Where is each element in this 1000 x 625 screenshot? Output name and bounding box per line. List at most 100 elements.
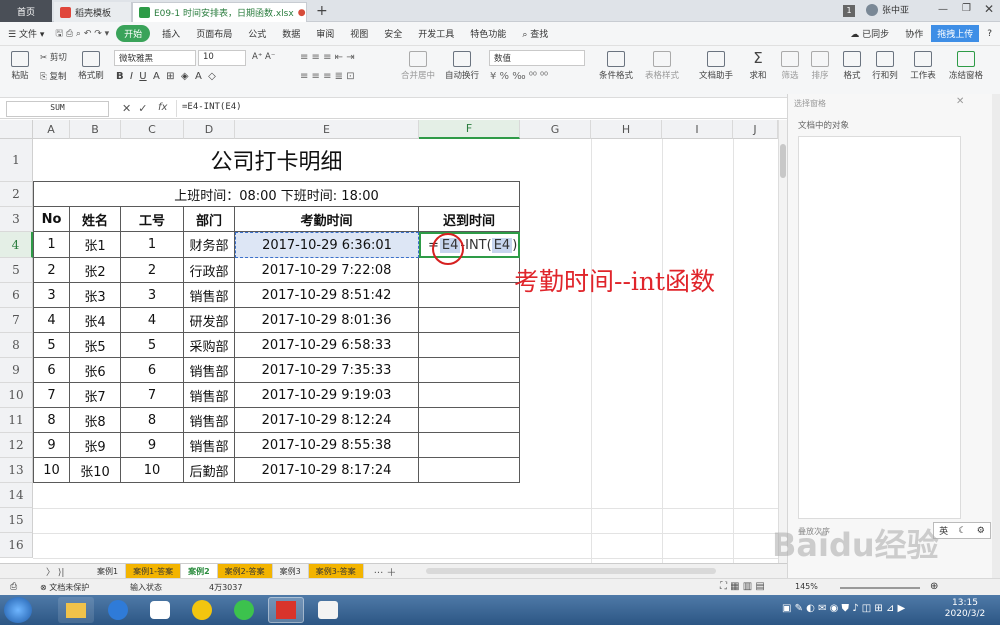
format-button[interactable]: 格式 (840, 51, 864, 81)
cell-no[interactable]: 4 (33, 308, 70, 333)
zoom-slider[interactable] (840, 587, 920, 589)
panel-close-icon[interactable]: ✕ (956, 96, 964, 107)
cell-time[interactable]: 2017-10-29 8:51:42 (235, 283, 419, 308)
table-style-button[interactable]: 表格样式 (642, 51, 682, 81)
cell-no[interactable]: 6 (33, 358, 70, 383)
number-format-select[interactable]: 数值 (489, 50, 585, 66)
cell-late[interactable] (419, 433, 520, 458)
col-header-d[interactable]: D (184, 120, 235, 139)
tab-file[interactable]: E09-1 时间安排表，日期函数.xlsx ● (132, 2, 307, 22)
system-tray-icons[interactable]: ▣ ✎ ◐ ✉ ◉ ⛊ ♪ ◫ ⊞ ⊿ ▶ (782, 603, 905, 614)
protect-status[interactable]: ⊗ 文档未保护 (40, 582, 89, 593)
wps-taskbar-icon[interactable] (268, 597, 304, 623)
cell-id[interactable]: 5 (121, 333, 184, 358)
cell-late[interactable] (419, 308, 520, 333)
tab-template[interactable]: 稻壳模板 (54, 2, 132, 22)
cell-name[interactable]: 张7 (70, 383, 121, 408)
menu-item-formulas[interactable]: 公式 (240, 27, 274, 40)
sheet-button[interactable]: 工作表 (908, 51, 938, 81)
header-no[interactable]: No (33, 207, 70, 232)
menu-share[interactable]: 协作 (897, 27, 931, 40)
cell-dept[interactable]: 销售部 (184, 433, 235, 458)
row-header-15[interactable]: 15 (0, 508, 33, 533)
name-box[interactable]: SUM (6, 101, 109, 117)
cell-id[interactable]: 9 (121, 433, 184, 458)
minimize-button[interactable]: — (938, 4, 948, 15)
maximize-button[interactable]: ❐ (962, 3, 971, 14)
menu-item-developer[interactable]: 开发工具 (410, 27, 462, 40)
zoom-in-icon[interactable]: ⊕ (930, 581, 938, 592)
cell-name[interactable]: 张4 (70, 308, 121, 333)
cell-name[interactable]: 张2 (70, 258, 121, 283)
row-header-10[interactable]: 10 (0, 383, 33, 408)
col-header-e[interactable]: E (235, 120, 419, 139)
clock[interactable]: 13:15 2020/3/2 (940, 598, 990, 620)
fx-icon[interactable]: fx (158, 102, 167, 113)
vertical-scrollbar[interactable] (778, 120, 787, 563)
add-sheet-button[interactable]: ··· ＋ (364, 564, 407, 579)
cell-no[interactable]: 2 (33, 258, 70, 283)
sort-button[interactable]: 排序 (808, 51, 832, 81)
header-late[interactable]: 迟到时间 (419, 207, 520, 232)
cell-id[interactable]: 1 (121, 232, 184, 258)
col-header-f[interactable]: F (419, 120, 520, 139)
cell-dept[interactable]: 销售部 (184, 358, 235, 383)
cell-time[interactable]: 2017-10-29 8:55:38 (235, 433, 419, 458)
work-hours-subtitle[interactable]: 上班时间：08:00 下班时间: 18:00 (33, 182, 520, 207)
cond-format-button[interactable]: 条件格式 (596, 51, 636, 81)
cell-late[interactable] (419, 458, 520, 483)
sheet-tab-case3[interactable]: 案例3 (273, 564, 309, 578)
freeze-button[interactable]: 冻结窗格 (946, 51, 986, 81)
paint-taskbar-icon[interactable] (310, 597, 346, 623)
cell-dept[interactable]: 采购部 (184, 333, 235, 358)
scrollbar-thumb[interactable] (780, 144, 786, 178)
cell-dept[interactable]: 研发部 (184, 308, 235, 333)
merge-button[interactable]: 合并居中 (398, 51, 438, 81)
quick-access-icons[interactable]: 🖫 ⎙ ⌕ ↶ ↷ ▾ (52, 26, 112, 42)
explorer-taskbar-icon[interactable] (58, 597, 94, 623)
cell-name[interactable]: 张8 (70, 408, 121, 433)
menu-item-features[interactable]: 特色功能 (462, 27, 514, 40)
start-button[interactable] (4, 597, 32, 623)
col-header-b[interactable]: B (70, 120, 121, 139)
menu-start[interactable]: 开始 (116, 25, 151, 42)
col-header-g[interactable]: G (520, 120, 591, 139)
align-buttons-2[interactable]: ≡ ≡ ≡ ≣ ⊡ (300, 71, 355, 82)
header-name[interactable]: 姓名 (70, 207, 121, 232)
sheet-tab-case2[interactable]: 案例2 (181, 564, 218, 578)
player-taskbar-icon[interactable] (226, 597, 262, 623)
panel-scrollbar[interactable] (992, 94, 1000, 578)
close-button[interactable]: ✕ (984, 2, 994, 16)
cell-name[interactable]: 张3 (70, 283, 121, 308)
cell-name[interactable]: 张10 (70, 458, 121, 483)
help-button[interactable]: ? (979, 29, 1000, 39)
cell-late[interactable] (419, 358, 520, 383)
font-style-buttons[interactable]: B I U A ⊞ ◈ A ◇ (116, 71, 216, 82)
cell-time[interactable]: 2017-10-29 6:36:01 (235, 232, 419, 258)
font-size-select[interactable]: 10 (198, 50, 246, 66)
col-header-a[interactable]: A (33, 120, 70, 139)
cell-late[interactable] (419, 408, 520, 433)
header-dept[interactable]: 部门 (184, 207, 235, 232)
sum-button[interactable]: Σ 求和 (746, 51, 770, 82)
menu-item-insert[interactable]: 插入 (154, 27, 188, 40)
sheet-tab-case1-answer[interactable]: 案例1-答案 (126, 564, 182, 578)
cell-no[interactable]: 1 (33, 232, 70, 258)
font-grow-icon[interactable]: A⁺ A⁻ (252, 52, 275, 62)
view-mode-icons[interactable]: ⛶ ▦ ▥ ▤ (720, 581, 765, 592)
number-buttons[interactable]: ¥ % ‰ ⁰⁰ ⁰⁰ (490, 71, 548, 82)
sheet-tab-case2-answer[interactable]: 案例2-答案 (217, 564, 273, 578)
cell-id[interactable]: 2 (121, 258, 184, 283)
new-tab-button[interactable]: + (316, 3, 328, 19)
cell-id[interactable]: 10 (121, 458, 184, 483)
cell-late[interactable] (419, 383, 520, 408)
cell-id[interactable]: 4 (121, 308, 184, 333)
cell-id[interactable]: 8 (121, 408, 184, 433)
format-painter-button[interactable]: 格式刷 (76, 51, 106, 81)
formula-input[interactable]: =E4-INT(E4) (176, 100, 787, 117)
cell-time[interactable]: 2017-10-29 8:12:24 (235, 408, 419, 433)
cell-time[interactable]: 2017-10-29 8:17:24 (235, 458, 419, 483)
row-header-4[interactable]: 4 (0, 232, 33, 258)
col-header-h[interactable]: H (591, 120, 662, 139)
sheet-nav-arrows[interactable]: 〉 ⟩| (0, 565, 90, 578)
